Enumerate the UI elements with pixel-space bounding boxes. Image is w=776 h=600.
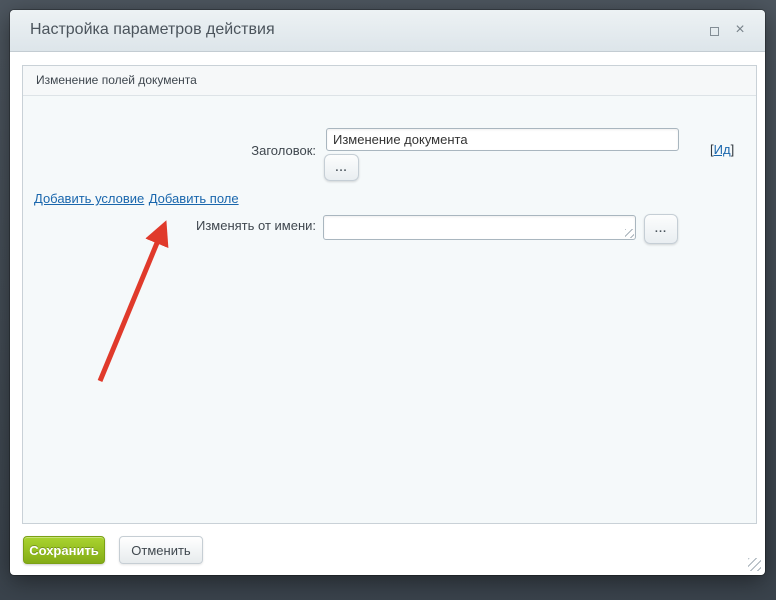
dialog-title: Настройка параметров действия bbox=[30, 21, 275, 39]
title-input[interactable] bbox=[326, 128, 679, 151]
dialog-titlebar: Настройка параметров действия × bbox=[10, 10, 765, 52]
save-button[interactable]: Сохранить bbox=[23, 536, 105, 564]
minimize-icon[interactable] bbox=[710, 27, 719, 36]
id-link[interactable]: Ид bbox=[714, 142, 731, 157]
dialog-resize-handle[interactable] bbox=[748, 558, 761, 571]
title-picker-button[interactable]: ... bbox=[324, 154, 359, 181]
cancel-button[interactable]: Отменить bbox=[119, 536, 203, 564]
bracket-close: ] bbox=[731, 142, 735, 157]
actor-input[interactable] bbox=[323, 215, 636, 240]
action-settings-panel: Изменение полей документа Заголовок: ...… bbox=[22, 65, 757, 524]
close-icon[interactable]: × bbox=[732, 20, 748, 40]
add-links-row: Добавить условие Добавить поле bbox=[34, 190, 239, 208]
settings-dialog: Настройка параметров действия × Изменени… bbox=[10, 10, 765, 575]
add-field-link[interactable]: Добавить поле bbox=[149, 191, 239, 206]
add-condition-link[interactable]: Добавить условие bbox=[34, 191, 144, 206]
actor-picker-button[interactable]: ... bbox=[644, 214, 678, 244]
actor-field-label: Изменять от имени: bbox=[23, 218, 316, 233]
panel-header: Изменение полей документа bbox=[23, 66, 756, 96]
id-link-wrap: [Ид] bbox=[710, 142, 734, 157]
title-field-label: Заголовок: bbox=[23, 143, 316, 158]
